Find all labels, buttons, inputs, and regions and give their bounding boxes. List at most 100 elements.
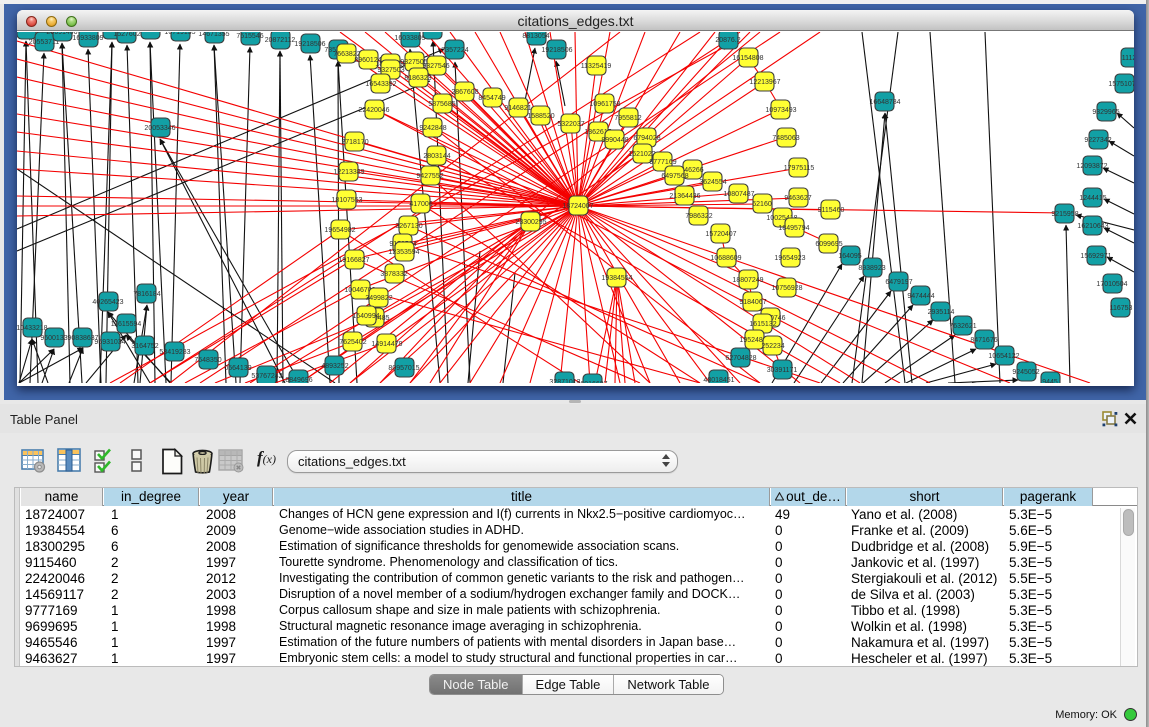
- svg-text:7648350: 7648350: [194, 357, 221, 364]
- svg-text:9146821: 9146821: [504, 105, 531, 112]
- svg-text:2867608: 2867608: [451, 89, 478, 96]
- svg-text:23300295: 23300295: [515, 219, 546, 226]
- svg-text:2803144: 2803144: [423, 153, 450, 160]
- svg-text:6794028: 6794028: [633, 135, 660, 142]
- svg-text:0564139: 0564139: [224, 365, 251, 372]
- svg-text:1640994: 1640994: [352, 313, 379, 320]
- svg-text:7816184: 7816184: [133, 291, 160, 298]
- svg-text:18724007: 18724007: [562, 203, 593, 210]
- svg-text:16933809: 16933809: [72, 35, 103, 42]
- svg-text:6966160: 6966160: [136, 32, 163, 34]
- svg-text:8186323: 8186323: [404, 75, 431, 82]
- svg-text:8454749: 8454749: [478, 95, 505, 102]
- svg-text:8813054: 8813054: [522, 33, 549, 40]
- svg-text:9227342: 9227342: [1084, 137, 1111, 144]
- svg-text:12093872: 12093872: [1076, 163, 1107, 170]
- svg-text:3164752: 3164752: [131, 343, 158, 350]
- svg-text:417006: 417006: [409, 201, 432, 208]
- svg-text:20872112: 20872112: [265, 37, 296, 44]
- svg-text:16154808: 16154808: [732, 55, 763, 62]
- svg-text:26916697: 26916697: [576, 381, 607, 383]
- svg-text:9184067: 9184067: [739, 299, 766, 306]
- svg-text:11615594: 11615594: [111, 321, 142, 328]
- svg-text:19654923: 19654923: [774, 255, 805, 262]
- svg-text:10756928: 10756928: [771, 285, 802, 292]
- svg-text:14671355: 14671355: [198, 32, 229, 38]
- svg-text:9777169: 9777169: [649, 159, 676, 166]
- svg-text:8471676: 8471676: [970, 337, 997, 344]
- svg-text:10973493: 10973493: [765, 107, 796, 114]
- svg-text:6099695: 6099695: [815, 241, 842, 248]
- svg-text:1588520: 1588520: [527, 113, 554, 120]
- svg-text:9242848: 9242848: [419, 125, 446, 132]
- svg-text:8990448: 8990448: [601, 137, 628, 144]
- svg-text:16033809: 16033809: [394, 35, 425, 42]
- svg-text:3267130: 3267130: [395, 223, 422, 230]
- svg-text:21364436: 21364436: [669, 193, 700, 200]
- svg-text:18107553: 18107553: [331, 197, 362, 204]
- svg-text:20876.2: 20876.2: [715, 37, 740, 44]
- svg-text:7625402: 7625402: [339, 339, 366, 346]
- svg-text:252234: 252234: [761, 343, 784, 350]
- svg-text:7485063: 7485063: [772, 135, 799, 142]
- svg-text:1621022: 1621022: [628, 151, 655, 158]
- svg-text:16543392: 16543392: [365, 81, 396, 88]
- svg-text:12353594: 12353594: [388, 249, 419, 256]
- svg-text:48018451: 48018451: [703, 377, 734, 383]
- svg-text:2718170: 2718170: [341, 139, 368, 146]
- svg-text:9329965: 9329965: [1092, 109, 1119, 116]
- svg-text:53419283: 53419283: [159, 349, 190, 356]
- svg-text:10433218: 10433218: [17, 325, 48, 332]
- svg-text:95931034: 95931034: [94, 339, 125, 346]
- svg-text:19166827: 19166827: [338, 257, 369, 264]
- svg-text:9445: 9445: [1042, 379, 1058, 383]
- svg-text:7357224: 7357224: [441, 47, 468, 54]
- svg-text:62704828: 62704828: [725, 355, 756, 362]
- svg-text:16210643: 16210643: [1077, 223, 1108, 230]
- svg-text:7986322: 7986322: [685, 213, 712, 220]
- svg-text:2935114: 2935114: [928, 309, 955, 316]
- svg-text:9463627: 9463627: [784, 195, 811, 202]
- svg-text:15720407: 15720407: [705, 231, 736, 238]
- svg-text:15751074: 15751074: [1108, 81, 1134, 88]
- svg-text:7515546: 7515546: [236, 33, 263, 40]
- svg-text:164095: 164095: [838, 253, 861, 260]
- svg-text:40265423: 40265423: [92, 299, 123, 306]
- svg-text:3878332: 3878332: [380, 271, 407, 278]
- svg-text:15692971: 15692971: [1080, 253, 1111, 260]
- svg-text:5322037: 5322037: [557, 121, 584, 128]
- svg-text:10961758: 10961758: [589, 101, 620, 108]
- svg-text:3624554: 3624554: [699, 179, 726, 186]
- svg-text:16648784: 16648784: [869, 99, 900, 106]
- svg-text:3499822: 3499822: [365, 295, 392, 302]
- svg-text:9215958: 9215958: [1051, 211, 1078, 218]
- svg-text:9600133: 9600133: [40, 335, 67, 342]
- svg-text:11325419: 11325419: [581, 63, 612, 70]
- svg-text:17975115: 17975115: [784, 165, 815, 172]
- svg-text:9427552: 9427552: [416, 173, 443, 180]
- svg-text:18495794: 18495794: [778, 225, 809, 232]
- svg-text:10719135: 10719135: [164, 32, 195, 36]
- svg-text:4893252: 4893252: [321, 363, 348, 370]
- svg-text:22420046: 22420046: [358, 107, 389, 114]
- svg-text:10807487: 10807487: [723, 191, 754, 198]
- svg-text:53767242: 53767242: [251, 373, 282, 380]
- svg-text:19218506: 19218506: [294, 41, 325, 48]
- svg-text:19654982: 19654982: [324, 227, 355, 234]
- svg-text:1244415: 1244415: [1079, 195, 1106, 202]
- svg-text:1615132: 1615132: [749, 321, 776, 328]
- svg-text:18807249: 18807249: [732, 277, 763, 284]
- svg-text:9474444: 9474444: [907, 293, 934, 300]
- svg-text:12213967: 12213967: [749, 79, 780, 86]
- svg-text:14914479: 14914479: [371, 341, 402, 348]
- svg-text:19384554: 19384554: [601, 275, 632, 282]
- svg-text:6479197: 6479197: [885, 279, 912, 286]
- svg-text:7955812: 7955812: [614, 115, 641, 122]
- svg-text:9245052: 9245052: [1012, 369, 1039, 376]
- svg-text:5875685: 5875685: [428, 101, 455, 108]
- svg-text:80957015: 80957015: [388, 365, 419, 372]
- svg-text:116753: 116753: [1110, 305, 1133, 312]
- svg-text:20053346: 20053346: [144, 125, 175, 132]
- svg-text:10688609: 10688609: [710, 255, 741, 262]
- svg-text:7632621: 7632621: [949, 323, 976, 330]
